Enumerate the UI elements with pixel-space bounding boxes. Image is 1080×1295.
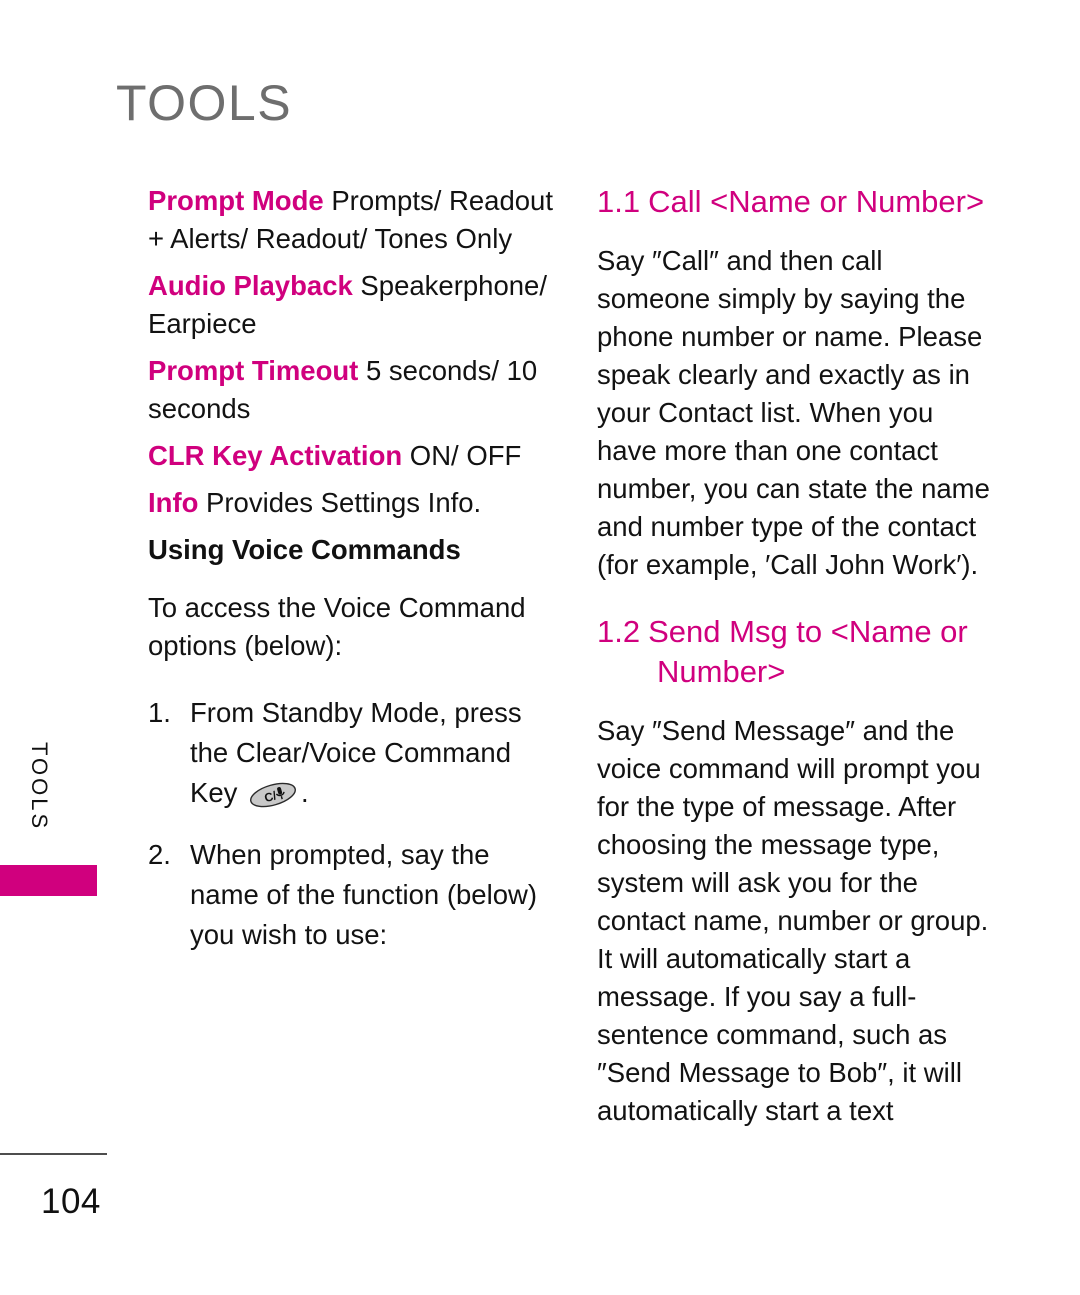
step-text-after: .	[301, 777, 309, 808]
section-heading: 1.2 Send Msg to <Name or Number>	[597, 612, 997, 692]
step-number: 2.	[148, 839, 171, 870]
setting-term: Audio Playback	[148, 270, 353, 301]
section-title: Call <Name or Number>	[648, 184, 985, 219]
section-subheading: Using Voice Commands	[148, 534, 461, 565]
page-title: TOOLS	[116, 75, 293, 131]
setting-term: CLR Key Activation	[148, 440, 403, 471]
setting-value: Provides Settings Info.	[198, 487, 482, 518]
setting-term: Info	[148, 487, 199, 518]
section-title-continuation: Number>	[657, 654, 786, 689]
manual-page: TOOLS TOOLS 104 Prompt Mode Prompts/ Rea…	[0, 0, 1080, 1295]
setting-value: ON/ OFF	[402, 440, 522, 471]
section-title: Send Msg to <Name or	[648, 614, 968, 649]
setting-term: Prompt Timeout	[148, 355, 359, 386]
side-tab-label: TOOLS	[27, 742, 52, 832]
section-number: 1.2	[597, 614, 641, 649]
setting-entry: Audio Playback Speakerphone/ Earpiece	[148, 267, 556, 343]
section-body: Say ″Call″ and then call someone simply …	[597, 245, 990, 580]
setting-entry: CLR Key Activation ON/ OFF	[148, 437, 556, 475]
side-tab-color-block	[0, 865, 97, 896]
left-column: Prompt Mode Prompts/ Readout + Alerts/ R…	[148, 182, 556, 955]
step-text: When prompted, say the name of the funct…	[190, 839, 537, 950]
step-number: 1.	[148, 697, 171, 728]
steps-list: 1. From Standby Mode, press the Clear/Voi…	[148, 693, 556, 955]
section-body: Say ″Send Message″ and the voice command…	[597, 715, 989, 1126]
side-tab: TOOLS	[0, 742, 97, 897]
footer-divider	[0, 1153, 107, 1155]
intro-paragraph: To access the Voice Command options (bel…	[148, 592, 526, 661]
setting-entry: Prompt Mode Prompts/ Readout + Alerts/ R…	[148, 182, 556, 258]
setting-term: Prompt Mode	[148, 185, 324, 216]
setting-entry: Prompt Timeout 5 seconds/ 10 seconds	[148, 352, 556, 428]
section-heading: 1.1 Call <Name or Number>	[597, 182, 997, 222]
list-item: 2. When prompted, say the name of the fun…	[148, 835, 556, 955]
list-item: 1. From Standby Mode, press the Clear/Voi…	[148, 693, 556, 813]
page-number: 104	[41, 1182, 101, 1221]
clear-voice-command-key-icon: C/	[247, 782, 299, 808]
step-text: From Standby Mode, press the Clear/Voice…	[190, 697, 522, 808]
section-number: 1.1	[597, 184, 641, 219]
right-column: 1.1 Call <Name or Number> Say ″Call″ and …	[597, 182, 997, 1130]
setting-entry: Info Provides Settings Info.	[148, 484, 556, 522]
